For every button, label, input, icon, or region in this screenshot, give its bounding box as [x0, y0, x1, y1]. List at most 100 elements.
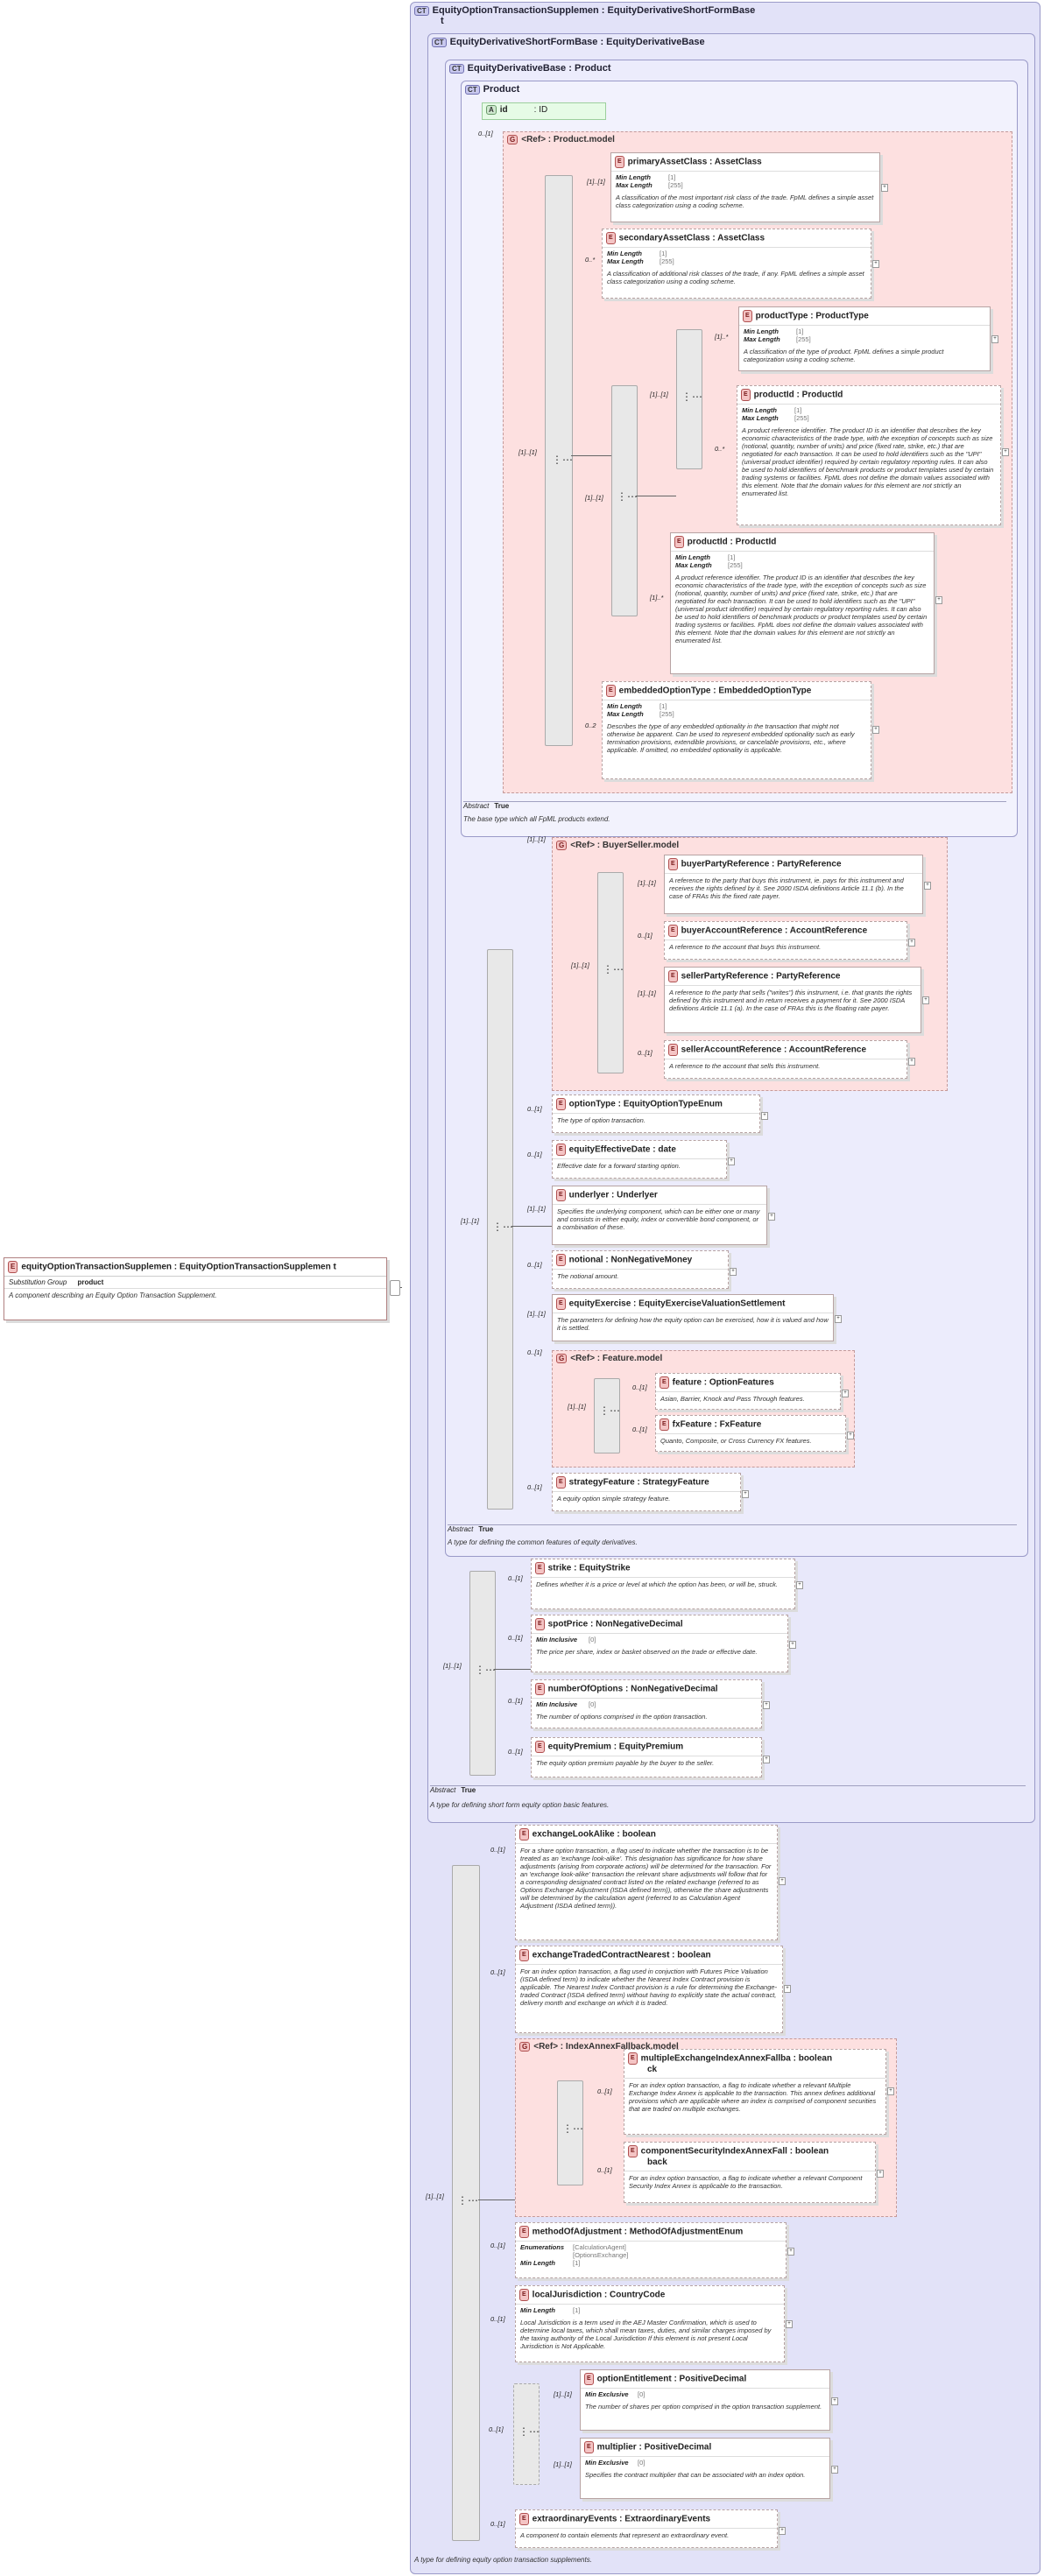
complex-type-icon: CT — [432, 37, 447, 47]
sequence-icon: ⋮⋯ — [603, 963, 624, 975]
element-icon: E — [668, 925, 678, 937]
card-producttype: [1]..* — [715, 333, 729, 341]
element-primaryassetclass[interactable]: EprimaryAssetClass : AssetClass Min Leng… — [610, 152, 888, 222]
sequence-icon: ⋮⋯ — [599, 1404, 620, 1417]
sequence-icon: ⋮⋯ — [475, 1664, 496, 1676]
card-feature: 0..[1] — [632, 1383, 647, 1391]
element-underlyer[interactable]: Eunderlyer : Underlyer Specifies the und… — [552, 1186, 775, 1245]
element-optionentitlement[interactable]: EoptionEntitlement : PositiveDecimal Min… — [580, 2369, 838, 2431]
card-notional: 0..[1] — [527, 1261, 542, 1269]
card-selleraccountreference: 0..[1] — [638, 1049, 652, 1057]
card-buyerseller-model: [1]..[1] — [527, 835, 546, 843]
substitution-group-label: Substitution Group — [9, 1278, 67, 1286]
card-optionentitlement: [1]..[1] — [554, 2390, 572, 2398]
card-seq-shortform: [1]..[1] — [443, 1662, 462, 1670]
sequence-icon: ⋮⋯ — [681, 391, 702, 403]
sequence-icon: ⋮⋯ — [562, 2122, 583, 2135]
complex-type-icon: CT — [449, 63, 464, 74]
ct1-title: EquityOptionTransactionSupplemen : Equit… — [432, 5, 756, 16]
group-icon: G — [556, 1354, 568, 1363]
element-strategyfeature[interactable]: EstrategyFeature : StrategyFeature A equ… — [552, 1473, 749, 1511]
ct1-desc: A type for defining equity option transa… — [414, 2556, 592, 2564]
element-equityeffectivedate[interactable]: EequityEffectiveDate : date Effective da… — [552, 1140, 735, 1179]
element-multipleexchangeindexannexfallback[interactable]: EmultipleExchangeIndexAnnexFallba : bool… — [624, 2049, 894, 2135]
element-icon: E — [8, 1261, 18, 1273]
element-selleraccountreference[interactable]: EsellerAccountReference : AccountReferen… — [664, 1040, 915, 1079]
element-icon: E — [535, 1562, 545, 1574]
complex-type-icon: CT — [414, 5, 429, 16]
card-methodofadjustment: 0..[1] — [490, 2242, 505, 2249]
card-primaryassetclass: [1]..[1] — [587, 178, 605, 186]
element-icon: E — [584, 2441, 594, 2453]
ct4-abstract-label: Abstract — [463, 802, 490, 810]
element-icon: E — [519, 2226, 529, 2238]
attr-type: : ID — [533, 105, 548, 116]
element-productid-1[interactable]: EproductId : ProductId Min Length [1] Max … — [737, 385, 1009, 525]
card-feature-model: 0..[1] — [527, 1348, 542, 1356]
element-strike[interactable]: Estrike : EquityStrike Defines whether i… — [531, 1559, 803, 1609]
card-extraordinaryevents: 0..[1] — [490, 2520, 505, 2528]
card-underlyer: [1]..[1] — [527, 1205, 546, 1213]
sequence-icon: ⋮⋯ — [457, 2194, 478, 2206]
element-embeddedoptiontype[interactable]: EembeddedOptionType : EmbeddedOptionType… — [602, 681, 879, 779]
element-exchangetradedcontractnearest[interactable]: EexchangeTradedContractNearest : boolean… — [515, 1946, 791, 2033]
ct3-desc: A type for defining the common features … — [448, 1538, 638, 1546]
element-equitypremium[interactable]: EequityPremium : EquityPremium The equit… — [531, 1737, 770, 1777]
element-icon: E — [660, 1418, 669, 1431]
element-componentsecurityindexannexfallback[interactable]: EcomponentSecurityIndexAnnexFall : boole… — [624, 2142, 884, 2203]
attribute-id[interactable]: Aid: ID — [482, 102, 606, 120]
element-spotprice[interactable]: EspotPrice : NonNegativeDecimal Min Incl… — [531, 1615, 796, 1672]
element-equityexercise[interactable]: EequityExercise : EquityExerciseValuatio… — [552, 1294, 842, 1341]
root-element-desc: A component describing an Equity Option … — [9, 1292, 217, 1299]
root-element[interactable]: EequityOptionTransactionSupplemen : Equi… — [4, 1257, 387, 1320]
element-icon: E — [606, 685, 616, 697]
ct3-title: EquityDerivativeBase : Product — [467, 63, 611, 74]
card-choice-product: [1]..[1] — [585, 494, 603, 502]
complex-type-icon: CT — [465, 84, 480, 95]
element-icon: E — [628, 2052, 638, 2065]
element-productid-2[interactable]: EproductId : ProductId Min Length [1] Max … — [670, 532, 942, 674]
element-sellerpartyreference[interactable]: EsellerPartyReference : PartyReference A… — [664, 967, 929, 1033]
element-fxfeature[interactable]: EfxFeature : FxFeature Quanto, Composite… — [655, 1415, 854, 1452]
sequence-icon: ⋮⋯ — [492, 1221, 513, 1233]
card-equitypremium: 0..[1] — [508, 1748, 523, 1756]
card-seq-ct1: [1]..[1] — [426, 2192, 444, 2200]
element-exchangelookalike[interactable]: EexchangeLookAlike : boolean For a share… — [515, 1825, 786, 1940]
element-numberofoptions[interactable]: EnumberOfOptions : NonNegativeDecimal Mi… — [531, 1679, 770, 1728]
element-producttype[interactable]: EproductType : ProductType Min Length [1]… — [738, 306, 998, 371]
ct3-abstract-label: Abstract — [448, 1525, 474, 1533]
element-secondaryassetclass[interactable]: EsecondaryAssetClass : AssetClass Min Le… — [602, 229, 879, 299]
element-localjurisdiction[interactable]: ElocalJurisdiction : CountryCode Min Len… — [515, 2285, 793, 2362]
card-productid-2: [1]..* — [650, 594, 664, 602]
element-methodofadjustment[interactable]: EmethodOfAdjustment : MethodOfAdjustment… — [515, 2222, 794, 2278]
ct2-abstract-label: Abstract — [430, 1786, 456, 1794]
card-strategyfeature: 0..[1] — [527, 1483, 542, 1491]
group-icon: G — [507, 135, 518, 144]
element-icon: E — [628, 2145, 638, 2157]
element-icon: E — [556, 1476, 566, 1489]
ct2-desc: A type for defining short form equity op… — [430, 1801, 610, 1809]
element-optiontype[interactable]: EoptionType : EquityOptionTypeEnum The t… — [552, 1094, 768, 1133]
element-icon: E — [615, 156, 624, 168]
ct3-abstract-value: True — [478, 1525, 494, 1533]
card-buyeraccountreference: 0..[1] — [638, 932, 652, 940]
element-icon: E — [668, 970, 678, 982]
ct4-abstract-value: True — [494, 802, 510, 810]
element-icon: E — [741, 389, 751, 401]
attr-name: id — [499, 105, 508, 116]
element-buyerpartyreference[interactable]: EbuyerPartyReference : PartyReference A … — [664, 855, 931, 914]
substitution-group-value: product — [77, 1278, 104, 1286]
element-icon: E — [556, 1189, 566, 1201]
card-seq-feature: [1]..[1] — [568, 1403, 586, 1411]
element-feature[interactable]: Efeature : OptionFeatures Asian, Barrier… — [655, 1373, 849, 1410]
group-icon: G — [519, 2042, 531, 2052]
element-notional[interactable]: Enotional : NonNegativeMoney The notiona… — [552, 1250, 737, 1289]
element-extraordinaryevents[interactable]: EextraordinaryEvents : ExtraordinaryEven… — [515, 2509, 786, 2548]
card-buyerpartyreference: [1]..[1] — [638, 879, 656, 887]
card-seq-producttype: [1]..[1] — [650, 391, 668, 398]
card-componentsecurity: 0..[1] — [597, 2166, 612, 2174]
element-multiplier[interactable]: Emultiplier : PositiveDecimal Min Exclus… — [580, 2438, 838, 2499]
card-spotprice: 0..[1] — [508, 1634, 523, 1642]
element-buyeraccountreference[interactable]: EbuyerAccountReference : AccountReferenc… — [664, 921, 915, 960]
card-product-model: 0..[1] — [478, 130, 493, 137]
